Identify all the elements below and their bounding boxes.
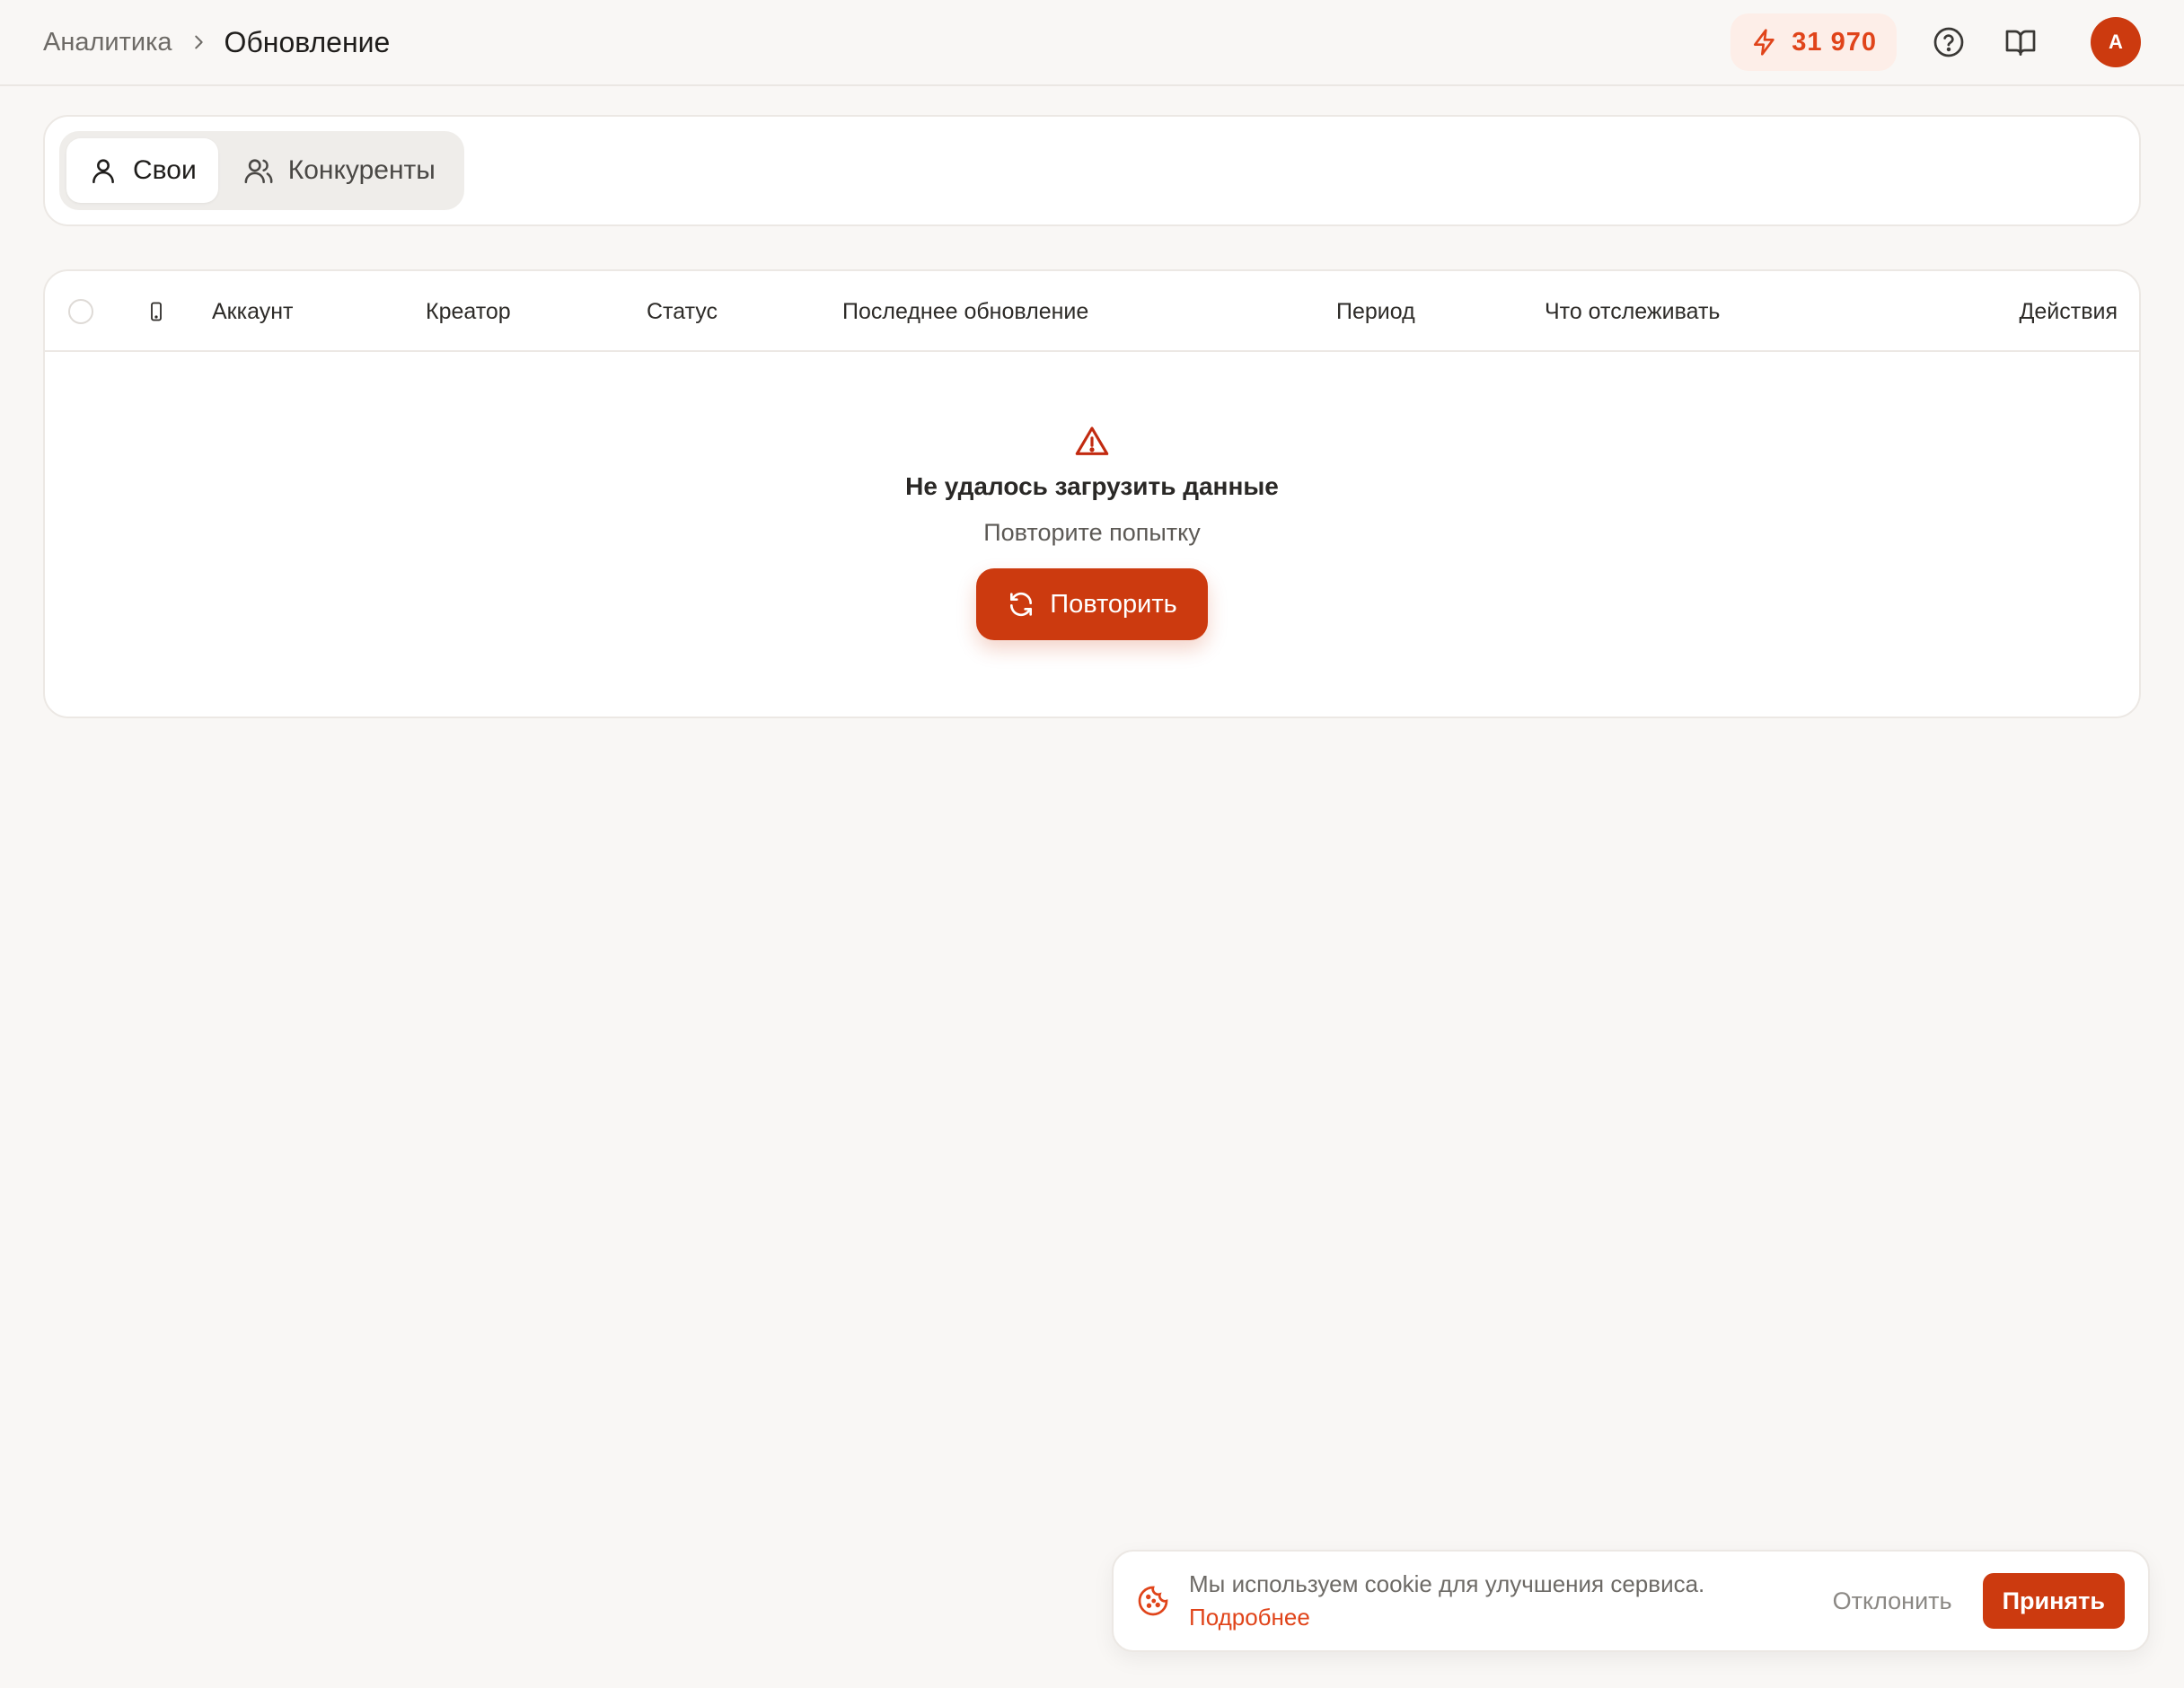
select-all-cell: [68, 271, 93, 352]
select-all-checkbox[interactable]: [68, 299, 93, 324]
cookie-decline-button[interactable]: Отклонить: [1833, 1587, 1952, 1615]
tab-competitors-label: Конкуренты: [287, 155, 436, 185]
book-open-icon: [2005, 30, 2036, 56]
smartphone-icon: [151, 302, 162, 321]
tab-own[interactable]: Свои: [66, 138, 218, 203]
table-header: Аккаунт Креатор Статус Последнее обновле…: [45, 271, 2139, 352]
cookie-more-link[interactable]: Подробнее: [1189, 1604, 1704, 1631]
column-header-period[interactable]: Период: [1336, 271, 1415, 352]
cookie-message: Мы используем cookie для улучшения серви…: [1189, 1570, 1705, 1597]
error-subtitle: Повторите попытку: [983, 519, 1201, 546]
user-icon: [92, 159, 114, 184]
credits-balance[interactable]: 31 970: [1730, 13, 1897, 71]
column-header-creator[interactable]: Креатор: [426, 271, 511, 352]
users-icon: [244, 159, 273, 184]
lightning-icon: [1754, 29, 1774, 56]
column-header-status[interactable]: Статус: [647, 271, 718, 352]
column-header-actions: Действия: [2019, 298, 2118, 324]
breadcrumb: Аналитика Обновление: [43, 26, 390, 59]
platform-column-header: [145, 271, 167, 352]
avatar[interactable]: A: [2091, 17, 2141, 67]
column-header-track[interactable]: Что отслеживать: [1545, 271, 1720, 352]
docs-button[interactable]: [2001, 22, 2040, 62]
top-bar: Аналитика Обновление 31 970 A: [0, 0, 2184, 86]
page-title: Обновление: [224, 25, 391, 58]
error-state: Не удалось загрузить данные Повторите по…: [45, 424, 2139, 640]
segmented-tabs: Свои Конкуренты: [59, 131, 464, 210]
accounts-table: Аккаунт Креатор Статус Последнее обновле…: [43, 269, 2141, 718]
error-title: Не удалось загрузить данные: [905, 472, 1279, 500]
refresh-icon: [1010, 592, 1033, 617]
column-header-last-update[interactable]: Последнее обновление: [842, 271, 1088, 352]
retry-button[interactable]: Повторить: [976, 568, 1208, 640]
cookie-banner: Мы используем cookie для улучшения серви…: [1112, 1550, 2150, 1652]
tabs-card: Свои Конкуренты: [43, 115, 2141, 226]
tab-own-label: Свои: [133, 155, 197, 185]
tab-competitors[interactable]: Конкуренты: [222, 138, 457, 203]
credits-value: 31 970: [1792, 27, 1877, 57]
help-circle-icon: [1933, 27, 1964, 57]
column-header-account[interactable]: Аккаунт: [212, 271, 293, 352]
chevron-right-icon: [189, 32, 208, 52]
breadcrumb-parent-link[interactable]: Аналитика: [43, 28, 172, 57]
cookie-accept-button[interactable]: Принять: [1982, 1573, 2125, 1629]
retry-button-label: Повторить: [1050, 589, 1177, 619]
help-button[interactable]: [1929, 22, 1968, 62]
cookie-icon: [1138, 1586, 1168, 1616]
warning-triangle-icon: [1075, 426, 1109, 455]
